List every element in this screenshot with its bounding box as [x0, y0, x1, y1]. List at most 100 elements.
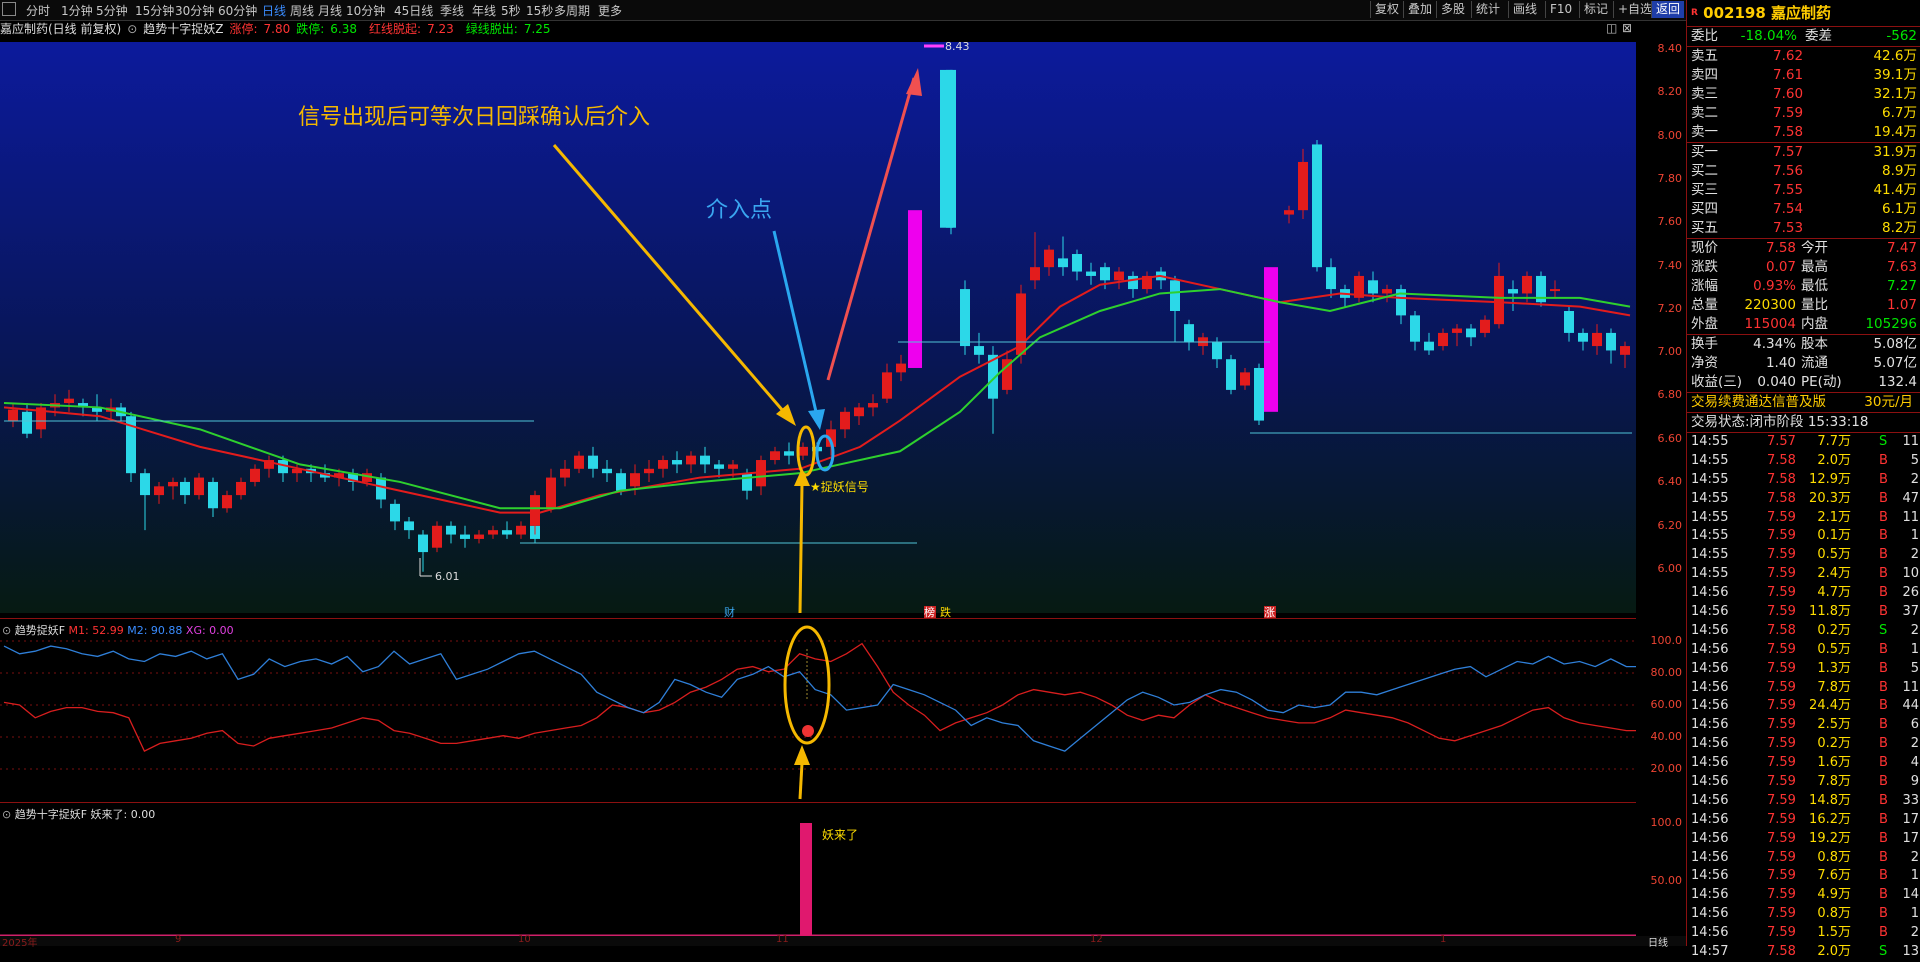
kline-canvas[interactable]: 信号出现后可等次日回踩确认后介入 介入点 ★捉妖信号 8.43 6.01 财 榜… [0, 38, 1636, 619]
tick-count: 11 [1902, 679, 1919, 695]
candle [1508, 289, 1518, 294]
period-tab[interactable]: 30分钟 [175, 2, 214, 19]
indicator-name[interactable]: 趋势十字捉妖Z [143, 22, 223, 36]
signal-bar-panel[interactable]: ⊙ 趋势十字捉妖F 妖来了: 0.00 妖来了 [0, 802, 1636, 939]
high-price-label: 8.43 [945, 40, 970, 53]
tick-row[interactable]: 14:56 7.59 1.6万 B 4 [1687, 754, 1920, 773]
tick-row[interactable]: 14:56 7.59 2.5万 B 6 [1687, 716, 1920, 735]
tick-list[interactable]: 14:55 7.57 7.7万 S 11 14:55 7.58 2.0万 B 5 14:55 7.58… [1687, 433, 1920, 962]
main-kline-chart[interactable]: 信号出现后可等次日回踩确认后介入 介入点 ★捉妖信号 8.43 6.01 财 榜… [0, 38, 1636, 619]
order-level[interactable]: 卖五 7.62 42.6万 [1687, 47, 1920, 66]
period-tab[interactable]: 月线 [318, 2, 342, 19]
order-level[interactable]: 买一 7.57 31.9万 [1687, 143, 1920, 162]
period-tab[interactable]: 10分钟 [346, 2, 385, 19]
promo-text[interactable]: 交易续费通达信普及版 [1691, 393, 1826, 412]
tick-row[interactable]: 14:56 7.59 0.8万 B 1 [1687, 905, 1920, 924]
candle [1410, 315, 1420, 342]
toolbar-button[interactable]: +自选 [1613, 1, 1656, 18]
toolbar-button[interactable]: 叠加 [1403, 1, 1436, 18]
indicator-toggle-icon[interactable]: ⊙ [127, 22, 137, 36]
tick-row[interactable]: 14:55 7.59 2.1万 B 11 [1687, 509, 1920, 528]
order-level[interactable]: 买二 7.56 8.9万 [1687, 162, 1920, 181]
tick-row[interactable]: 14:56 7.59 16.2万 B 17 [1687, 811, 1920, 830]
order-level[interactable]: 卖一 7.58 19.4万 [1687, 123, 1920, 142]
tick-row[interactable]: 14:56 7.59 7.6万 B 1 [1687, 867, 1920, 886]
order-level[interactable]: 卖四 7.61 39.1万 [1687, 66, 1920, 85]
tick-row[interactable]: 14:56 7.59 0.2万 B 2 [1687, 735, 1920, 754]
toolbar-button[interactable]: 多股 [1436, 1, 1469, 18]
tick-row[interactable]: 14:56 7.59 0.8万 B 2 [1687, 849, 1920, 868]
tick-row[interactable]: 14:56 7.58 0.2万 S 2 [1687, 622, 1920, 641]
toolbar-button[interactable]: 标记 [1579, 1, 1612, 18]
oscillator-panel[interactable]: ⊙ 趋势捉妖F M1: 52.99 M2: 90.88 XG: 0.00 [0, 618, 1642, 803]
ask-levels: 卖五 7.62 42.6万 卖四 7.61 39.1万 卖三 7.60 32.1万 卖二 7.59 6… [1687, 47, 1920, 142]
period-tab[interactable]: 5分钟 [96, 2, 128, 19]
promo-price[interactable]: 30元/月 [1864, 393, 1913, 412]
event-label[interactable]: 跌 [940, 605, 951, 619]
limit-up-candle [1264, 267, 1278, 412]
tick-row[interactable]: 14:56 7.59 0.5万 B 1 [1687, 641, 1920, 660]
tick-row[interactable]: 14:56 7.59 24.4万 B 44 [1687, 697, 1920, 716]
tick-row[interactable]: 14:56 7.59 19.2万 B 17 [1687, 830, 1920, 849]
period-tab[interactable]: 更多 [598, 2, 622, 19]
tick-row[interactable]: 14:56 7.59 4.9万 B 14 [1687, 886, 1920, 905]
tick-row[interactable]: 14:56 7.59 7.8万 B 11 [1687, 679, 1920, 698]
period-tab[interactable]: 15秒 [526, 2, 553, 19]
period-tab[interactable]: 5秒 [501, 2, 521, 19]
tick-row[interactable]: 14:55 7.57 7.7万 S 11 [1687, 433, 1920, 452]
collapse-icon[interactable]: ⊙ [2, 808, 11, 821]
candle [64, 398, 74, 404]
tick-row[interactable]: 14:55 7.59 0.1万 B 1 [1687, 527, 1920, 546]
tick-volume: 24.4万 [1809, 698, 1851, 714]
order-level[interactable]: 买三 7.55 41.4万 [1687, 181, 1920, 200]
event-label[interactable]: 财 [724, 605, 735, 619]
menu-square-icon[interactable] [2, 2, 16, 16]
tick-row[interactable]: 14:56 7.59 1.5万 B 2 [1687, 924, 1920, 943]
toolbar-button[interactable]: F10 [1545, 1, 1576, 18]
collapse-icon[interactable]: ⊙ [2, 624, 11, 637]
period-tab[interactable]: 季线 [440, 2, 464, 19]
tick-price: 7.59 [1767, 849, 1796, 865]
tick-row[interactable]: 14:55 7.59 0.5万 B 2 [1687, 546, 1920, 565]
signal-bar-canvas[interactable]: 妖来了 [0, 803, 1636, 939]
tick-direction: B [1879, 755, 1888, 771]
tick-row[interactable]: 14:56 7.59 1.3万 B 5 [1687, 660, 1920, 679]
tick-row[interactable]: 14:55 7.59 2.4万 B 10 [1687, 565, 1920, 584]
order-level[interactable]: 买四 7.54 6.1万 [1687, 200, 1920, 219]
tick-row[interactable]: 14:55 7.58 20.3万 B 47 [1687, 490, 1920, 509]
period-tab[interactable]: 分时 [26, 2, 50, 19]
date-label: 1 [1440, 934, 1447, 945]
axis-tick: 60.00 [1650, 698, 1683, 711]
period-tab[interactable]: 多周期 [554, 2, 590, 19]
oscillator-canvas[interactable] [0, 619, 1642, 803]
toolbar-button[interactable]: 画线 [1508, 1, 1541, 18]
period-tag[interactable]: 日线 [1648, 934, 1668, 949]
event-label[interactable]: 涨 [1264, 606, 1275, 619]
tick-row[interactable]: 14:56 7.59 14.8万 B 33 [1687, 792, 1920, 811]
order-level[interactable]: 卖二 7.59 6.7万 [1687, 104, 1920, 123]
tick-row[interactable]: 14:55 7.58 12.9万 B 2 [1687, 471, 1920, 490]
window-restore-icon[interactable]: ◫ [1606, 21, 1617, 35]
period-tab[interactable]: 周线 [290, 2, 314, 19]
period-tab[interactable]: 15分钟 [135, 2, 174, 19]
toolbar-button[interactable]: 统计 [1471, 1, 1504, 18]
period-tab[interactable]: 1分钟 [61, 2, 93, 19]
candle [784, 451, 794, 456]
promo-row[interactable]: 交易续费通达信普及版 30元/月 [1687, 393, 1920, 412]
order-level[interactable]: 卖三 7.60 32.1万 [1687, 85, 1920, 104]
tick-row[interactable]: 14:56 7.59 4.7万 B 26 [1687, 584, 1920, 603]
tick-row[interactable]: 14:56 7.59 11.8万 B 37 [1687, 603, 1920, 622]
tick-row[interactable]: 14:55 7.58 2.0万 B 5 [1687, 452, 1920, 471]
period-tab[interactable]: 日线 [262, 2, 286, 19]
period-tab[interactable]: 60分钟 [218, 2, 257, 19]
tick-row[interactable]: 14:56 7.59 7.8万 B 9 [1687, 773, 1920, 792]
window-close-icon[interactable]: ⊠ [1622, 21, 1632, 35]
main-price-axis: 8.40 8.20 8.00 7.80 7.60 7.40 7.20 7.00 6.80 6.60… [1636, 38, 1686, 618]
toolbar-button[interactable]: 复权 [1370, 1, 1403, 18]
toolbar-button[interactable]: 返回 [1651, 1, 1685, 18]
tick-time: 14:56 [1691, 755, 1729, 771]
event-label[interactable]: 榜 [924, 605, 935, 619]
period-tab[interactable]: 年线 [472, 2, 496, 19]
period-tab[interactable]: 45日线 [394, 2, 433, 19]
order-level[interactable]: 买五 7.53 8.2万 [1687, 219, 1920, 238]
